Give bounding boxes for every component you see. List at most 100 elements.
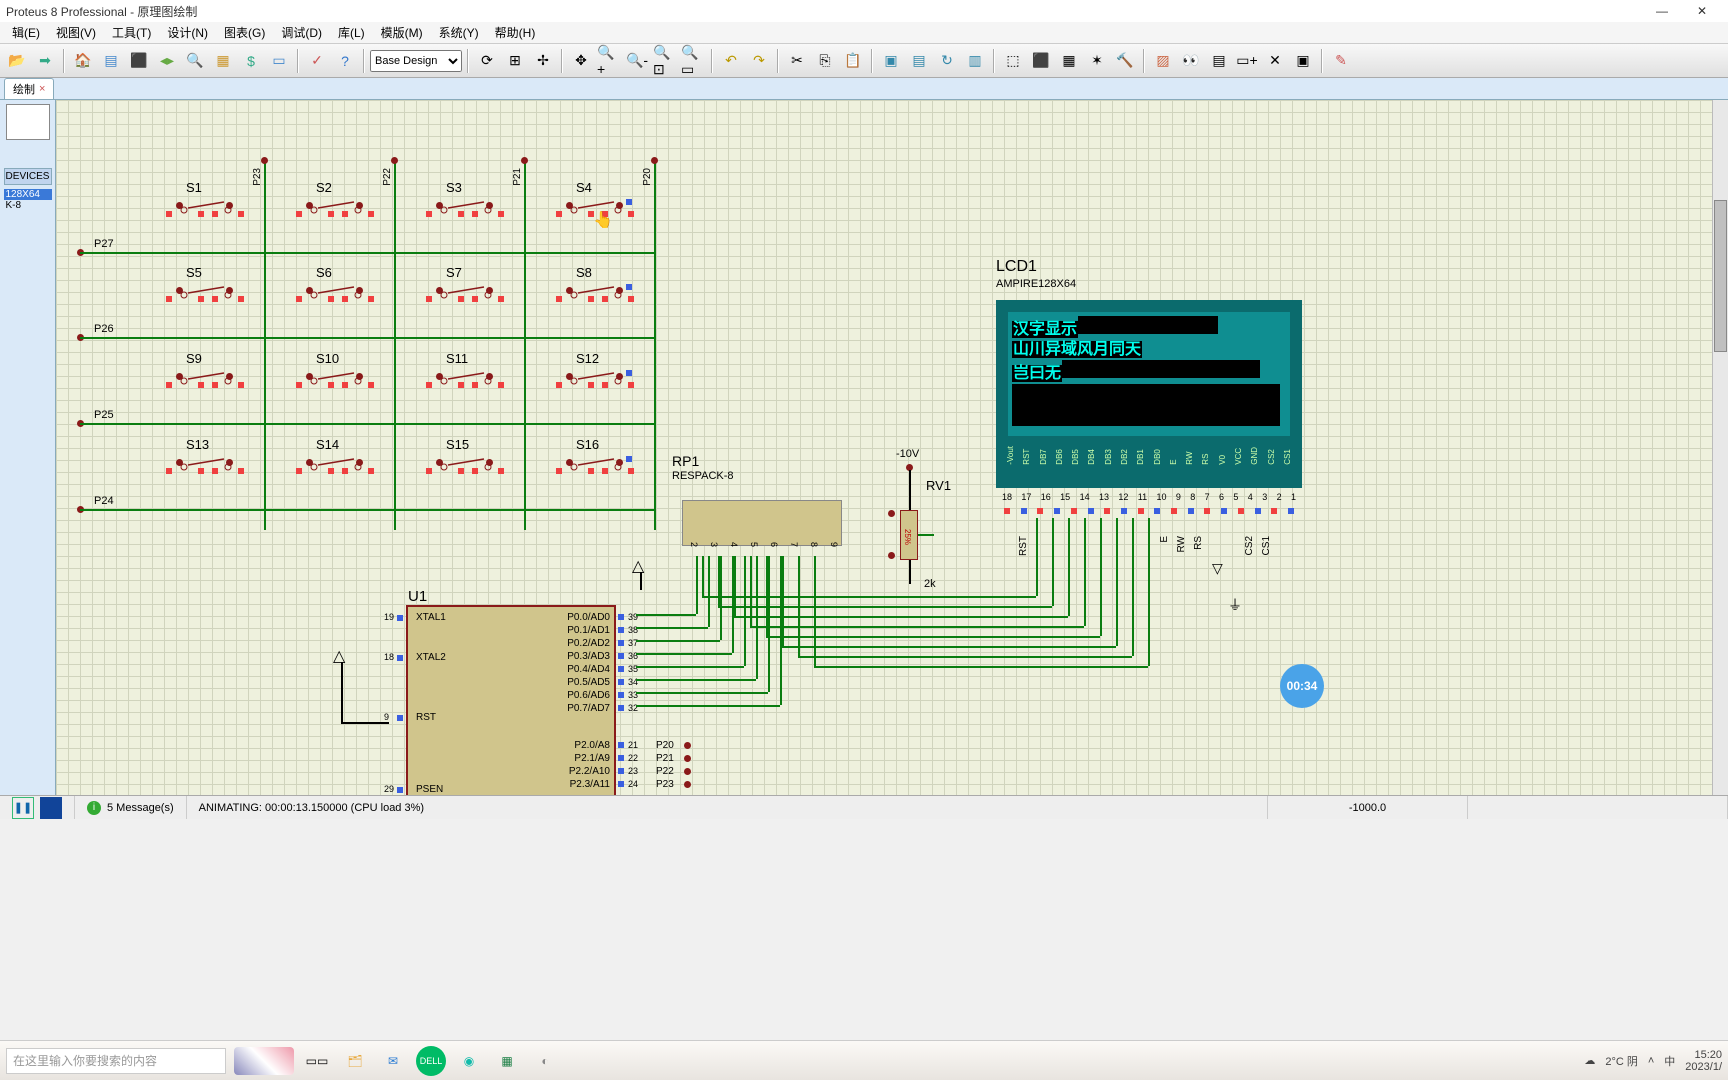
menu-edit[interactable]: 辑(E) xyxy=(4,24,48,41)
schematic-canvas[interactable]: P23 P22 P21 P20 P27 P26 P25 P24 S1 xyxy=(56,100,1712,795)
overview-thumbnail[interactable] xyxy=(6,104,50,140)
menu-library[interactable]: 库(L) xyxy=(330,24,373,41)
ime-indicator[interactable]: 中 xyxy=(1664,1053,1675,1069)
pan-icon[interactable]: ✥ xyxy=(568,48,594,74)
push-button-switch[interactable]: S8 xyxy=(566,281,626,303)
package-icon[interactable]: ▦ xyxy=(1056,48,1082,74)
edit-icon[interactable]: ✎ xyxy=(1328,48,1354,74)
component-ref: LCD1 xyxy=(996,258,1037,276)
push-button-switch[interactable]: S11 xyxy=(436,367,496,389)
make-icon[interactable]: ⬛ xyxy=(1028,48,1054,74)
push-button-switch[interactable]: S2 xyxy=(306,196,366,218)
device-item[interactable]: K-8 xyxy=(4,200,52,211)
autoroute-icon[interactable]: ▨ xyxy=(1150,48,1176,74)
tray-chevron-icon[interactable]: ˄ xyxy=(1648,1055,1654,1067)
zoomout-icon[interactable]: 🔍- xyxy=(624,48,650,74)
grid-icon[interactable]: ⊞ xyxy=(502,48,528,74)
copy-icon[interactable]: ⎘ xyxy=(812,48,838,74)
design-select[interactable]: Base Design xyxy=(370,50,462,72)
schematic-icon[interactable]: ▤ xyxy=(98,48,124,74)
check-icon[interactable]: ✓ xyxy=(304,48,330,74)
explorer-icon[interactable]: 🗂 xyxy=(340,1046,370,1076)
device-item[interactable]: 128X64 xyxy=(4,189,52,200)
help-icon[interactable]: ? xyxy=(332,48,358,74)
origin-icon[interactable]: ✢ xyxy=(530,48,556,74)
minimize-button[interactable]: — xyxy=(1642,4,1682,18)
tab-schematic[interactable]: 绘制 × xyxy=(4,78,54,99)
menu-debug[interactable]: 调试(D) xyxy=(273,24,330,41)
push-button-switch[interactable]: S5 xyxy=(176,281,236,303)
find-icon[interactable]: 👀 xyxy=(1178,48,1204,74)
menu-template[interactable]: 模版(M) xyxy=(373,24,431,41)
pause-button[interactable]: ❚❚ xyxy=(12,797,34,819)
dell-icon[interactable]: DELL xyxy=(416,1046,446,1076)
3d-icon[interactable]: ◂▸ xyxy=(154,48,180,74)
zoomin-icon[interactable]: 🔍+ xyxy=(596,48,622,74)
push-button-switch[interactable]: S12 xyxy=(566,367,626,389)
pick-icon[interactable]: ⬚ xyxy=(1000,48,1026,74)
clock-time[interactable]: 15:20 xyxy=(1685,1049,1722,1061)
menu-system[interactable]: 系统(Y) xyxy=(431,24,487,41)
edge-icon[interactable]: ◉ xyxy=(454,1046,484,1076)
redo-icon[interactable]: ↷ xyxy=(746,48,772,74)
zoomarea-icon[interactable]: 🔍▭ xyxy=(680,48,706,74)
device-list[interactable]: 128X64 K-8 xyxy=(4,189,52,211)
push-button-switch[interactable]: S10 xyxy=(306,367,366,389)
decompose-icon[interactable]: ✶ xyxy=(1084,48,1110,74)
save-icon[interactable]: ➡ xyxy=(32,48,58,74)
undo-icon[interactable]: ↶ xyxy=(718,48,744,74)
pcb-icon[interactable]: ⬛ xyxy=(126,48,152,74)
cost-icon[interactable]: $ xyxy=(238,48,264,74)
push-button-switch[interactable]: S9 xyxy=(176,367,236,389)
coordinate-display: -1000.0 xyxy=(1349,802,1386,814)
push-button-switch[interactable]: S7 xyxy=(436,281,496,303)
block-copy-icon[interactable]: ▣ xyxy=(878,48,904,74)
property-icon[interactable]: ▤ xyxy=(1206,48,1232,74)
clock-date[interactable]: 2023/1/ xyxy=(1685,1061,1722,1073)
stop-button[interactable] xyxy=(40,797,62,819)
tab-close-icon[interactable]: × xyxy=(39,83,45,95)
respack-component[interactable]: 2 3 4 5 6 7 8 9 xyxy=(682,500,842,546)
home-icon[interactable]: 🏠 xyxy=(70,48,96,74)
search-icon[interactable]: 🔍 xyxy=(182,48,208,74)
close-button[interactable]: ✕ xyxy=(1682,4,1722,18)
hammer-icon[interactable]: 🔨 xyxy=(1112,48,1138,74)
code-icon[interactable]: ▭ xyxy=(266,48,292,74)
push-button-switch[interactable]: S6 xyxy=(306,281,366,303)
delete-sheet-icon[interactable]: ✕ xyxy=(1262,48,1288,74)
search-input[interactable]: 在这里输入你要搜索的内容 xyxy=(6,1048,226,1074)
paste-icon[interactable]: 📋 xyxy=(840,48,866,74)
bom-icon[interactable]: ▦ xyxy=(210,48,236,74)
refresh-icon[interactable]: ⟳ xyxy=(474,48,500,74)
new-sheet-icon[interactable]: ▭+ xyxy=(1234,48,1260,74)
weather-icon[interactable]: ☁ xyxy=(1584,1054,1595,1067)
block-move-icon[interactable]: ▤ xyxy=(906,48,932,74)
menu-graph[interactable]: 图表(G) xyxy=(216,24,273,41)
menu-tools[interactable]: 工具(T) xyxy=(104,24,159,41)
open-icon[interactable]: 📂 xyxy=(4,48,30,74)
push-button-switch[interactable]: S14 xyxy=(306,453,366,475)
excel-icon[interactable]: ▦ xyxy=(492,1046,522,1076)
message-count[interactable]: 5 Message(s) xyxy=(107,802,174,814)
app-icon[interactable]: ◐ xyxy=(530,1046,560,1076)
push-button-switch[interactable]: S16 xyxy=(566,453,626,475)
push-button-switch[interactable]: S13 xyxy=(176,453,236,475)
potentiometer[interactable]: 25% xyxy=(900,510,918,560)
weather-text[interactable]: 2°C 阴 xyxy=(1605,1053,1638,1069)
push-button-switch[interactable]: S3 xyxy=(436,196,496,218)
task-view-icon[interactable]: ▭▭ xyxy=(302,1046,332,1076)
push-button-switch[interactable]: S1 xyxy=(176,196,236,218)
exit-icon[interactable]: ▣ xyxy=(1290,48,1316,74)
cortana-icon[interactable] xyxy=(234,1047,294,1075)
block-rotate-icon[interactable]: ↻ xyxy=(934,48,960,74)
lcd-component[interactable]: 汉字显示 山川异域风月同天 岂曰无 -VoutRSTDB7DB6DB5DB4DB… xyxy=(996,300,1302,488)
block-delete-icon[interactable]: ▥ xyxy=(962,48,988,74)
push-button-switch[interactable]: S15 xyxy=(436,453,496,475)
menu-help[interactable]: 帮助(H) xyxy=(487,24,544,41)
vertical-scrollbar[interactable] xyxy=(1712,100,1728,795)
mail-icon[interactable]: ✉ xyxy=(378,1046,408,1076)
zoomfit-icon[interactable]: 🔍⊡ xyxy=(652,48,678,74)
cut-icon[interactable]: ✂ xyxy=(784,48,810,74)
menu-view[interactable]: 视图(V) xyxy=(48,24,104,41)
menu-design[interactable]: 设计(N) xyxy=(159,24,216,41)
